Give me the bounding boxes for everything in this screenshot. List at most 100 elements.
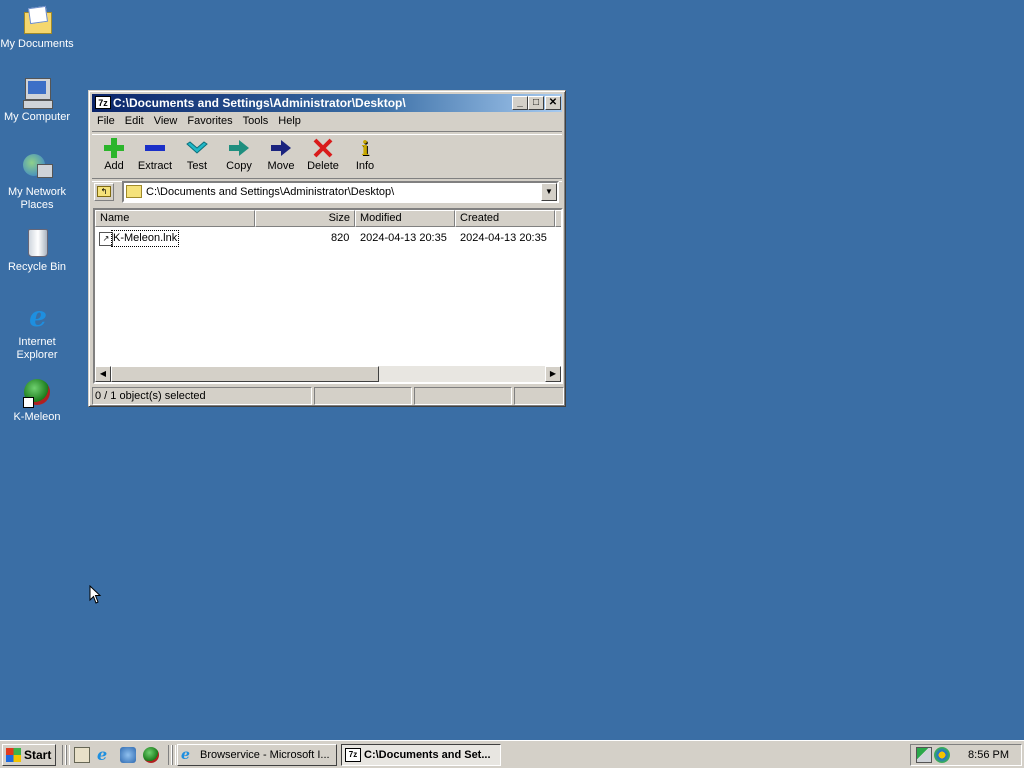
desktop-icon-internet-explorer[interactable]: e Internet Explorer [0,302,74,362]
copy-arrow-icon [227,137,251,159]
start-label: Start [24,748,52,762]
file-name: K-Meleon.lnk [110,230,180,247]
k-meleon-icon[interactable] [143,747,159,763]
chevron-down-icon[interactable]: ▼ [541,183,557,201]
extract-label: Extract [137,160,173,172]
address-combobox[interactable]: C:\Documents and Settings\Administrator\… [122,181,559,203]
clock[interactable]: 8:56 PM [968,749,1009,761]
desktop-icon-k-meleon[interactable]: ↗ K-Meleon [0,377,74,424]
menu-tools[interactable]: Tools [238,113,274,129]
desktop-icon-my-documents[interactable]: My Documents [0,4,74,51]
up-folder-icon: ↰ [97,186,111,197]
checkmark-icon [185,137,209,159]
info-button[interactable]: i Info [345,135,385,175]
internet-explorer-icon: e [181,747,190,763]
copy-button[interactable]: Copy [219,135,259,175]
info-icon: i [361,136,369,160]
test-button[interactable]: Test [177,135,217,175]
desktop-icon-label: Recycle Bin [7,261,67,273]
delete-x-icon [311,137,335,159]
start-button[interactable]: Start [2,744,56,766]
desktop-icon-label: K-Meleon [13,411,61,423]
move-arrow-icon [269,137,293,159]
7zip-app-icon: 7z [95,96,111,109]
delete-label: Delete [307,160,339,172]
folder-documents-icon [21,4,53,36]
plus-icon [102,137,126,159]
info-label: Info [355,160,375,172]
window-title: C:\Documents and Settings\Administrator\… [113,96,406,110]
up-folder-button[interactable]: ↰ [94,183,114,201]
title-bar[interactable]: 7z C:\Documents and Settings\Administrat… [92,94,562,112]
add-label: Add [104,160,124,172]
menu-bar: File Edit View Favorites Tools Help [92,113,562,131]
recycle-bin-icon [21,227,53,259]
column-header-overflow[interactable] [555,210,561,227]
column-header-name[interactable]: Name [95,210,255,227]
minus-icon [143,137,167,159]
horizontal-scrollbar[interactable]: ◀ ▶ [95,366,561,382]
status-pane-2 [314,387,412,405]
desktop-icon-recycle-bin[interactable]: Recycle Bin [0,227,74,274]
table-row[interactable]: ↗ K-Meleon.lnk 820 2024-04-13 20:35 2024… [95,230,561,247]
file-created: 2024-04-13 20:35 [460,232,547,244]
task-7zip[interactable]: 7z C:\Documents and Set... [341,744,501,766]
scroll-left-arrow-icon[interactable]: ◀ [95,366,111,382]
volume-tray-icon[interactable] [934,747,950,763]
minimize-button[interactable]: _ [512,96,528,110]
internet-explorer-icon: e [29,300,47,333]
desktop-icon-label: Internet Explorer [16,336,58,361]
extract-button[interactable]: Extract [135,135,175,175]
column-header-size[interactable]: Size [255,210,355,227]
task-label: C:\Documents and Set... [364,749,491,761]
file-modified: 2024-04-13 20:35 [360,232,447,244]
windows-flag-icon [6,748,21,762]
taskbar-divider [172,745,176,765]
menu-view[interactable]: View [149,113,183,129]
move-button[interactable]: Move [261,135,301,175]
status-pane-4 [514,387,564,405]
folder-icon [126,185,142,198]
scroll-right-arrow-icon[interactable]: ▶ [545,366,561,382]
desktop-icon-label: My Network Places [7,186,67,211]
k-meleon-icon: ↗ [21,377,53,409]
shortcut-file-icon: ↗ [99,232,113,246]
outlook-express-icon[interactable] [120,747,136,763]
close-button[interactable]: ✕ [545,96,561,110]
maximize-button[interactable]: □ [528,96,544,110]
7zip-app-icon: 7z [345,748,361,762]
column-header-modified[interactable]: Modified [355,210,455,227]
menu-edit[interactable]: Edit [120,113,149,129]
7zip-file-manager-window: 7z C:\Documents and Settings\Administrat… [88,90,566,407]
toolbar: Add Extract Test Copy Move Delete i Info [92,135,562,177]
taskbar-divider [66,745,70,765]
menu-file[interactable]: File [92,113,120,129]
show-desktop-icon[interactable] [74,747,90,763]
menu-favorites[interactable]: Favorites [182,113,237,129]
add-button[interactable]: Add [94,135,134,175]
task-browservice[interactable]: e Browservice - Microsoft I... [177,744,337,766]
file-size: 820 [331,232,350,244]
column-header-created[interactable]: Created [455,210,555,227]
copy-label: Copy [226,160,252,172]
system-tray: 8:56 PM [910,744,1022,766]
desktop-icon-network-places[interactable]: My Network Places [0,152,74,212]
desktop-icon-label: My Computer [3,111,71,123]
network-globe-icon [21,152,53,184]
internet-explorer-icon[interactable]: e [97,747,113,763]
desktop-icon-my-computer[interactable]: My Computer [0,77,74,124]
computer-icon [21,77,53,109]
address-path: C:\Documents and Settings\Administrator\… [146,186,395,198]
network-tray-icon[interactable] [916,747,932,763]
status-pane-3 [414,387,512,405]
scroll-thumb[interactable] [111,366,379,382]
address-row: ↰ C:\Documents and Settings\Administrato… [92,180,562,204]
status-bar: 0 / 1 object(s) selected [92,387,564,405]
menu-help[interactable]: Help [273,113,306,129]
file-list: Name Size Modified Created ↗ K-Meleon.ln… [93,208,563,384]
delete-button[interactable]: Delete [303,135,343,175]
status-selection: 0 / 1 object(s) selected [92,387,312,405]
task-label: Browservice - Microsoft I... [200,749,330,761]
taskbar: Start e e Browservice - Microsoft I... 7… [0,740,1024,768]
test-label: Test [186,160,208,172]
